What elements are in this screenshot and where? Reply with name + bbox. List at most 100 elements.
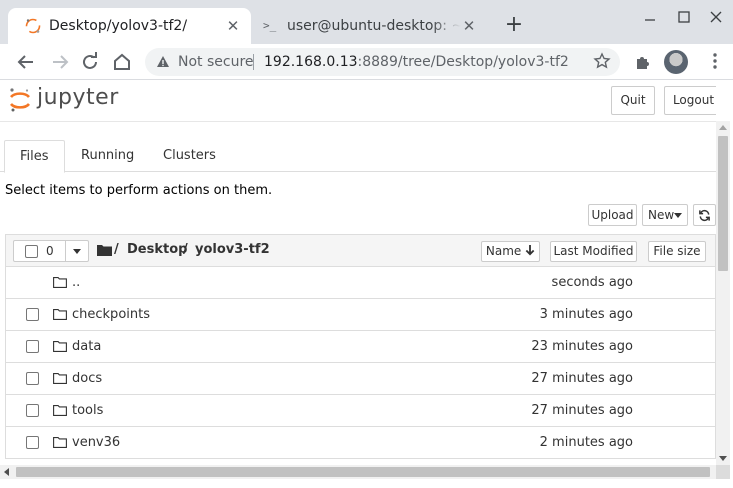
scrollbar-corner (716, 465, 730, 479)
item-modified: 3 minutes ago (539, 307, 633, 322)
instructions-text: Select items to perform actions on them. (5, 183, 273, 198)
item-name-link[interactable]: docs (72, 371, 102, 386)
vertical-scrollbar[interactable] (716, 121, 730, 465)
item-name-link[interactable]: .. (72, 275, 80, 290)
window-close-icon[interactable] (707, 8, 725, 26)
minimize-icon[interactable] (641, 8, 659, 26)
folder-home-icon[interactable] (97, 244, 112, 256)
folder-icon (53, 309, 67, 320)
logout-button[interactable]: Logout (664, 86, 716, 115)
folder-icon (53, 373, 67, 384)
quit-button[interactable]: Quit (611, 86, 655, 115)
list-item[interactable]: checkpoints 3 minutes ago (5, 299, 716, 331)
list-item[interactable]: tools 27 minutes ago (5, 395, 716, 427)
tab-files[interactable]: Files (4, 140, 65, 173)
sort-last-modified-button[interactable]: Last Modified (550, 241, 637, 262)
scroll-down-icon[interactable] (719, 456, 727, 461)
back-arrow-icon[interactable] (14, 50, 38, 74)
home-icon[interactable] (110, 50, 134, 74)
item-modified: 27 minutes ago (531, 371, 633, 386)
url-host: 192.168.0.13 (264, 54, 358, 70)
plus-icon[interactable]: + (502, 14, 526, 38)
kebab-menu-icon[interactable] (705, 51, 725, 71)
item-modified: seconds ago (551, 275, 633, 290)
profile-avatar[interactable] (664, 50, 688, 74)
url-text: 192.168.0.13:8889/tree/Desktop/yolov3-tf… (264, 54, 569, 70)
security-label: Not secure (178, 54, 254, 70)
breadcrumb-desktop[interactable]: Desktop (127, 242, 187, 257)
select-all-checkbox[interactable] (25, 245, 38, 258)
horizontal-scrollbar[interactable] (0, 465, 730, 479)
jupyter-wordmark[interactable]: jupyter (37, 85, 119, 110)
list-item[interactable]: venv36 2 minutes ago (5, 427, 716, 459)
caret-down-icon[interactable] (73, 249, 81, 254)
browser-toolbar: Not secure 192.168.0.13:8889/tree/Deskto… (0, 44, 733, 80)
dashboard-tabs: Files Running Clusters (0, 140, 716, 173)
breadcrumb-current[interactable]: yolov3-tf2 (195, 242, 270, 257)
address-bar[interactable]: Not secure 192.168.0.13:8889/tree/Deskto… (145, 48, 620, 76)
tab-clusters[interactable]: Clusters (148, 140, 231, 172)
reload-icon[interactable] (78, 50, 102, 74)
tab-terminal[interactable]: >_ user@ubuntu-desktop: ~/ ✕ (251, 8, 493, 44)
item-modified: 2 minutes ago (539, 435, 633, 450)
breadcrumb-separator: / (183, 242, 188, 257)
item-checkbox[interactable] (26, 436, 39, 449)
scroll-left-icon[interactable] (4, 468, 9, 476)
folder-icon (53, 437, 67, 448)
arrow-down-icon (525, 245, 535, 256)
folder-icon (53, 405, 67, 416)
warning-info-icon[interactable] (156, 55, 170, 69)
item-modified: 27 minutes ago (531, 403, 633, 418)
select-all-group[interactable]: 0 (13, 240, 89, 262)
folder-icon (53, 341, 67, 352)
item-checkbox[interactable] (26, 372, 39, 385)
new-dropdown-button[interactable]: New (642, 204, 688, 226)
item-checkbox[interactable] (26, 404, 39, 417)
sort-name-button[interactable]: Name (481, 241, 540, 262)
jupyter-header: jupyter Quit Logout (0, 81, 716, 122)
item-checkbox[interactable] (26, 340, 39, 353)
folder-icon (53, 277, 67, 288)
new-button-label: New (648, 208, 675, 222)
list-item[interactable]: .. seconds ago (5, 267, 716, 299)
list-item[interactable]: docs 27 minutes ago (5, 363, 716, 395)
refresh-icon (699, 209, 710, 222)
item-name-link[interactable]: tools (72, 403, 103, 418)
maximize-icon[interactable] (675, 8, 693, 26)
horizontal-scroll-thumb[interactable] (16, 467, 710, 477)
jupyter-page: jupyter Quit Logout Files Running Cluste… (0, 81, 716, 465)
file-list: .. seconds ago checkpoints 3 minutes ago… (5, 267, 716, 459)
item-name-link[interactable]: checkpoints (72, 307, 150, 322)
tab-title: Desktop/yolov3-tf2/ (49, 18, 188, 34)
item-name-link[interactable]: venv36 (72, 435, 120, 450)
breadcrumb-separator: / (114, 242, 119, 257)
close-icon[interactable]: ✕ (225, 18, 241, 34)
jupyter-logo-icon[interactable] (8, 87, 32, 113)
selected-count: 0 (46, 244, 54, 258)
puzzle-extension-icon[interactable] (634, 53, 652, 71)
sort-file-size-button[interactable]: File size (648, 241, 706, 262)
item-checkbox[interactable] (26, 308, 39, 321)
tab-running[interactable]: Running (66, 140, 149, 172)
browser-tabstrip: Desktop/yolov3-tf2/ ✕ >_ user@ubuntu-des… (0, 0, 733, 44)
scroll-up-icon[interactable] (719, 125, 727, 130)
caret-down-icon (674, 213, 682, 218)
url-path: :8889/tree/Desktop/yolov3-tf2 (357, 54, 569, 70)
refresh-button[interactable] (693, 204, 716, 226)
tab-jupyter[interactable]: Desktop/yolov3-tf2/ ✕ (8, 8, 251, 44)
name-column-label: Name (485, 244, 522, 258)
address-divider (253, 54, 254, 70)
item-modified: 23 minutes ago (531, 339, 633, 354)
item-name-link[interactable]: data (72, 339, 101, 354)
vertical-scroll-thumb[interactable] (718, 136, 728, 271)
close-icon[interactable]: ✕ (461, 18, 477, 34)
bookmark-star-icon[interactable] (593, 52, 611, 70)
file-list-header: 0 / Desktop / yolov3-tf2 Name Last Modif… (5, 234, 716, 267)
terminal-icon: >_ (263, 19, 277, 32)
tab-title-fade (431, 14, 461, 38)
upload-button[interactable]: Upload (588, 204, 637, 226)
forward-arrow-icon[interactable] (48, 50, 72, 74)
list-item[interactable]: data 23 minutes ago (5, 331, 716, 363)
select-divider (65, 241, 66, 261)
jupyter-favicon-icon (25, 18, 41, 34)
